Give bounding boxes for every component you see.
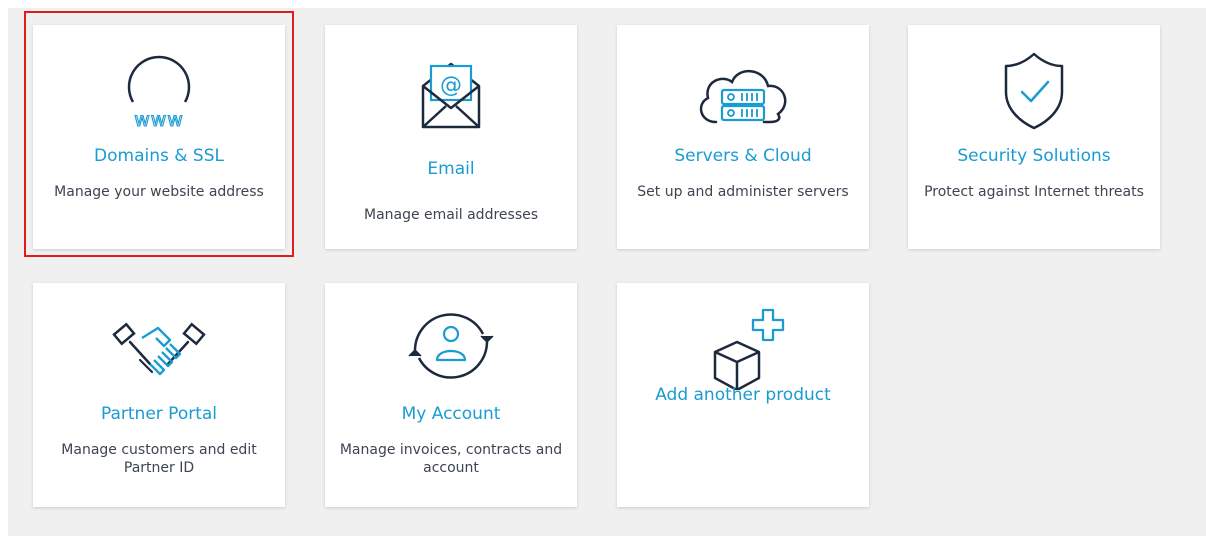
product-card-servers-cloud[interactable]: Servers & Cloud Set up and administer se…: [617, 25, 869, 249]
card-title: Servers & Cloud: [674, 146, 812, 166]
card-description: Manage your website address: [54, 184, 264, 200]
envelope-at-icon: @: [325, 39, 577, 133]
product-card-email[interactable]: @ Email Manage email addresses: [325, 25, 577, 249]
product-card-partner-portal[interactable]: Partner Portal Manage customers and edit…: [33, 283, 285, 507]
www-globe-icon: www: [33, 39, 285, 133]
card-description: Manage invoices, contracts and account: [339, 442, 563, 476]
svg-text:@: @: [440, 73, 462, 98]
cloud-server-icon: [617, 39, 869, 133]
card-title: My Account: [401, 404, 501, 424]
handshake-icon: [33, 297, 285, 391]
product-card-security-solutions[interactable]: Security Solutions Protect against Inter…: [908, 25, 1160, 249]
card-title: Partner Portal: [100, 404, 218, 424]
card-description: Manage customers and edit Partner ID: [61, 442, 257, 476]
card-description: Protect against Internet threats: [924, 184, 1144, 200]
product-card-domains-ssl[interactable]: www Domains & SSL Manage your website ad…: [33, 25, 285, 249]
card-title: Security Solutions: [957, 146, 1111, 166]
card-description: Set up and administer servers: [637, 184, 849, 200]
user-cycle-icon: [325, 297, 577, 391]
card-description: Manage email addresses: [363, 207, 539, 223]
card-title: Email: [427, 159, 475, 179]
card-title: Domains & SSL: [94, 146, 224, 166]
add-product-card[interactable]: Add another product: [617, 283, 869, 507]
add-product-label: Add another product: [655, 385, 831, 405]
svg-text:www: www: [134, 109, 184, 131]
shield-check-icon: [908, 39, 1160, 133]
product-card-my-account[interactable]: My Account Manage invoices, contracts an…: [325, 283, 577, 507]
